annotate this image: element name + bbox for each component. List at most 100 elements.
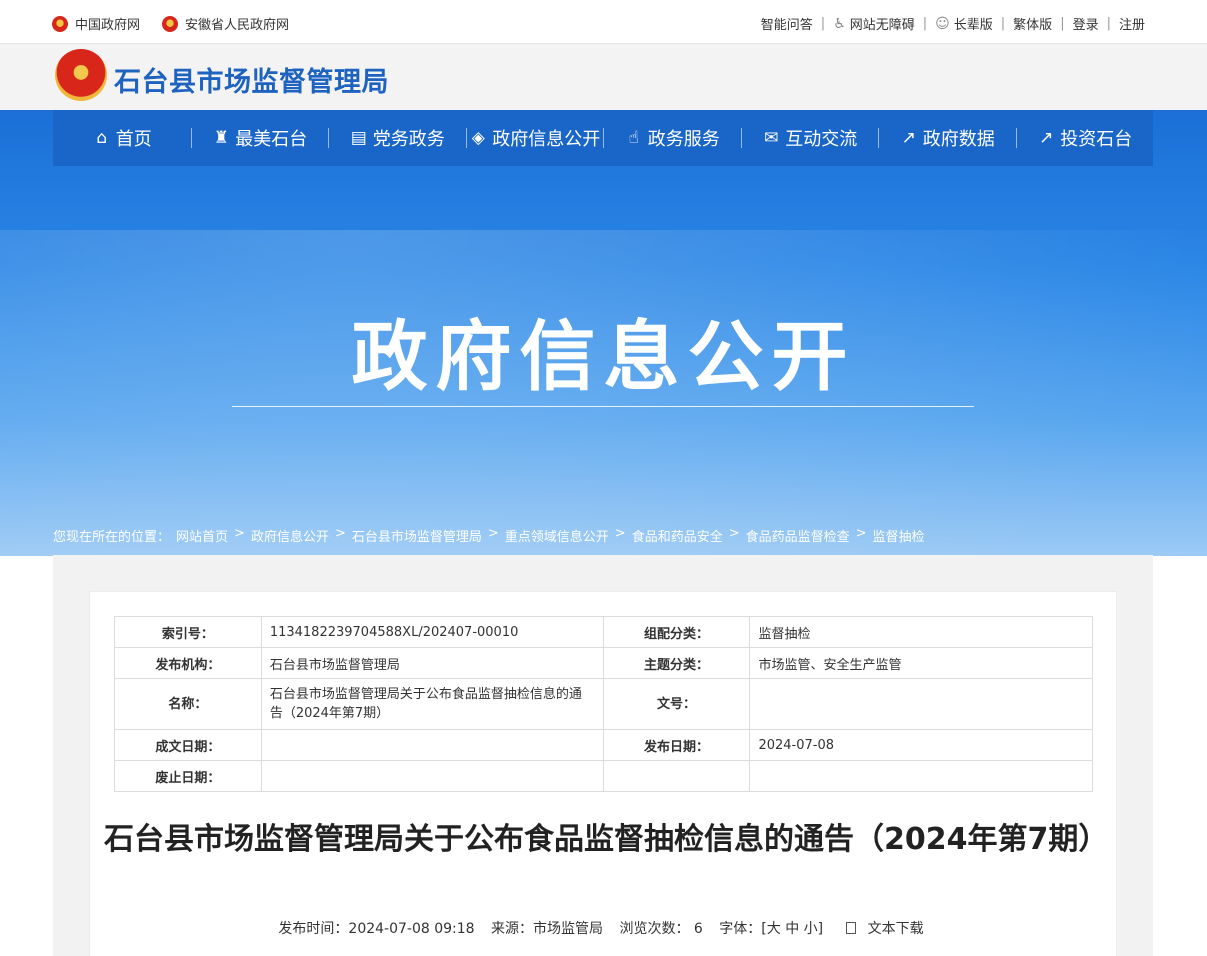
category-label: 组配分类：	[602, 616, 751, 648]
table-row: 名称： 石台县市场监督管理局关于公布食品监督抽检信息的通告（2024年第7期） …	[114, 678, 1093, 730]
table-row: 索引号： 1134182239704588XL/202407-00010 组配分…	[114, 616, 1093, 648]
breadcrumb-item[interactable]: 食品和药品安全	[632, 526, 723, 545]
table-row: 废止日期：	[114, 760, 1093, 792]
breadcrumb-item[interactable]: 重点领域信息公开	[505, 526, 609, 545]
banner: ⌂ 首页 ♜ 最美石台 ▤ 党务政务 ◈ 政府信息公开 ☝ 政务服务 ✉ 互动交…	[0, 110, 1207, 556]
docno-label: 文号：	[602, 678, 751, 730]
table-row: 发布机构： 石台县市场监督管理局 主题分类： 市场监管、安全生产监管	[114, 647, 1093, 679]
nav-label: 政务服务	[647, 129, 720, 150]
nav-label: 政府信息公开	[492, 129, 601, 150]
view-count: 浏览次数： 6	[619, 921, 703, 937]
pagoda-icon: ♜	[213, 128, 229, 148]
divider: |	[820, 16, 826, 31]
banner-title: 政府信息公开	[351, 312, 856, 401]
source: 来源：市场监管局	[491, 921, 604, 937]
top-bar: 中国政府网 安徽省人民政府网 智能问答 | ♿ 网站无障碍 | ☺ 长辈版 | …	[0, 0, 1207, 44]
link-label: 安徽省人民政府网	[185, 18, 290, 33]
breadcrumb-item[interactable]: 食品药品监督检查	[746, 526, 850, 545]
breadcrumb-separator: >	[614, 526, 626, 541]
trend-icon: ↗	[1039, 128, 1054, 148]
divider: |	[922, 16, 928, 31]
main-nav: ⌂ 首页 ♜ 最美石台 ▤ 党务政务 ◈ 政府信息公开 ☝ 政务服务 ✉ 互动交…	[53, 110, 1153, 166]
created-value	[260, 729, 604, 761]
empty-cell	[602, 760, 751, 792]
breadcrumb-separator: >	[855, 526, 867, 541]
national-emblem-logo[interactable]	[55, 49, 107, 101]
breadcrumb-separator: >	[487, 526, 499, 541]
index-value: 1134182239704588XL/202407-00010	[260, 616, 604, 648]
topic-label: 主题分类：	[602, 647, 751, 679]
link-login[interactable]: 登录	[1073, 14, 1099, 33]
link-accessibility[interactable]: 网站无障碍	[850, 14, 915, 33]
link-traditional[interactable]: 繁体版	[1013, 14, 1052, 33]
empty-cell	[749, 760, 1093, 792]
nav-gov-info[interactable]: ◈ 政府信息公开	[465, 110, 604, 166]
nav-label: 投资石台	[1060, 129, 1133, 150]
hand-icon: ☝	[628, 128, 639, 148]
document-icon: ▤	[350, 128, 367, 148]
nav-label: 政府数据	[922, 129, 995, 150]
divider: |	[1000, 16, 1006, 31]
top-links-right: 智能问答 | ♿ 网站无障碍 | ☺ 长辈版 | 繁体版 | 登录 | 注册	[761, 14, 1145, 34]
table-row: 成文日期： 发布日期： 2024-07-08	[114, 729, 1093, 761]
index-label: 索引号：	[114, 616, 262, 648]
breadcrumb-separator: >	[334, 526, 346, 541]
nav-invest[interactable]: ↗ 投资石台	[1015, 110, 1154, 166]
article-info: 发布时间：2024-07-08 09:18 来源：市场监管局 浏览次数： 6 字…	[90, 918, 1118, 938]
name-value: 石台县市场监督管理局关于公布食品监督抽检信息的通告（2024年第7期）	[260, 678, 604, 730]
emblem-icon	[162, 15, 179, 32]
article-panel: 索引号： 1134182239704588XL/202407-00010 组配分…	[89, 591, 1117, 956]
chat-icon: ✉	[764, 128, 779, 148]
published-value: 2024-07-08	[749, 729, 1093, 761]
nav-label: 最美石台	[235, 129, 308, 150]
emblem-icon	[52, 15, 68, 32]
docno-value	[749, 678, 1093, 730]
nav-interaction[interactable]: ✉ 互动交流	[740, 110, 879, 166]
site-title[interactable]: 石台县市场监督管理局	[114, 60, 389, 99]
nav-label: 党务政务	[372, 129, 445, 150]
breadcrumb-separator: >	[234, 526, 245, 541]
divider: |	[1060, 16, 1065, 31]
link-register[interactable]: 注册	[1119, 14, 1145, 33]
nav-gov-data[interactable]: ↗ 政府数据	[878, 110, 1016, 166]
nav-home[interactable]: ⌂ 首页	[53, 110, 191, 166]
breadcrumb-item[interactable]: 监督抽检	[873, 526, 925, 545]
breadcrumb-item[interactable]: 网站首页	[176, 526, 228, 545]
nav-gov-service[interactable]: ☝ 政务服务	[603, 110, 741, 166]
link-smart-qa[interactable]: 智能问答	[761, 14, 813, 33]
top-links-left: 中国政府网 安徽省人民政府网	[52, 14, 289, 33]
org-value: 石台县市场监督管理局	[260, 647, 604, 679]
banner-divider	[232, 406, 974, 407]
breadcrumb-separator: >	[728, 526, 740, 541]
breadcrumb: 您现在所在的位置： 网站首页 > 政府信息公开 > 石台县市场监督管理局 > 重…	[53, 526, 925, 545]
home-icon: ⌂	[96, 128, 108, 148]
link-anhui-gov[interactable]: 安徽省人民政府网	[162, 14, 289, 33]
download-button[interactable]: 文本下载	[840, 921, 930, 937]
chart-icon: ↗	[901, 128, 916, 148]
breadcrumb-prefix: 您现在所在的位置：	[53, 530, 171, 545]
font-size-control[interactable]: 字体：[大 中 小]	[719, 921, 823, 937]
divider: |	[1106, 16, 1111, 31]
nav-label: 首页	[115, 129, 152, 150]
elder-icon: ☺	[935, 15, 950, 32]
link-gov-cn[interactable]: 中国政府网	[52, 14, 140, 33]
nav-beautiful-shitai[interactable]: ♜ 最美石台	[190, 110, 329, 166]
topic-value: 市场监管、安全生产监管	[749, 647, 1093, 679]
expiry-label: 废止日期：	[114, 760, 262, 792]
layers-icon: ◈	[471, 128, 485, 148]
article-title: 石台县市场监督管理局关于公布食品监督抽检信息的通告（2024年第7期）	[104, 822, 1109, 857]
download-label: 文本下载	[867, 921, 924, 937]
link-label: 中国政府网	[75, 18, 141, 33]
metadata-table: 索引号： 1134182239704588XL/202407-00010 组配分…	[114, 616, 1093, 792]
breadcrumb-item[interactable]: 石台县市场监督管理局	[352, 526, 482, 545]
name-label: 名称：	[114, 678, 262, 730]
category-value: 监督抽检	[749, 616, 1093, 648]
published-label: 发布日期：	[602, 729, 751, 761]
site-header: 石台县市场监督管理局	[0, 44, 1207, 110]
nav-party-affairs[interactable]: ▤ 党务政务	[328, 110, 466, 166]
created-label: 成文日期：	[114, 729, 262, 761]
link-elder-mode[interactable]: 长辈版	[954, 14, 993, 33]
breadcrumb-item[interactable]: 政府信息公开	[251, 526, 329, 545]
expiry-value	[260, 760, 604, 792]
wheelchair-icon: ♿	[833, 15, 846, 32]
